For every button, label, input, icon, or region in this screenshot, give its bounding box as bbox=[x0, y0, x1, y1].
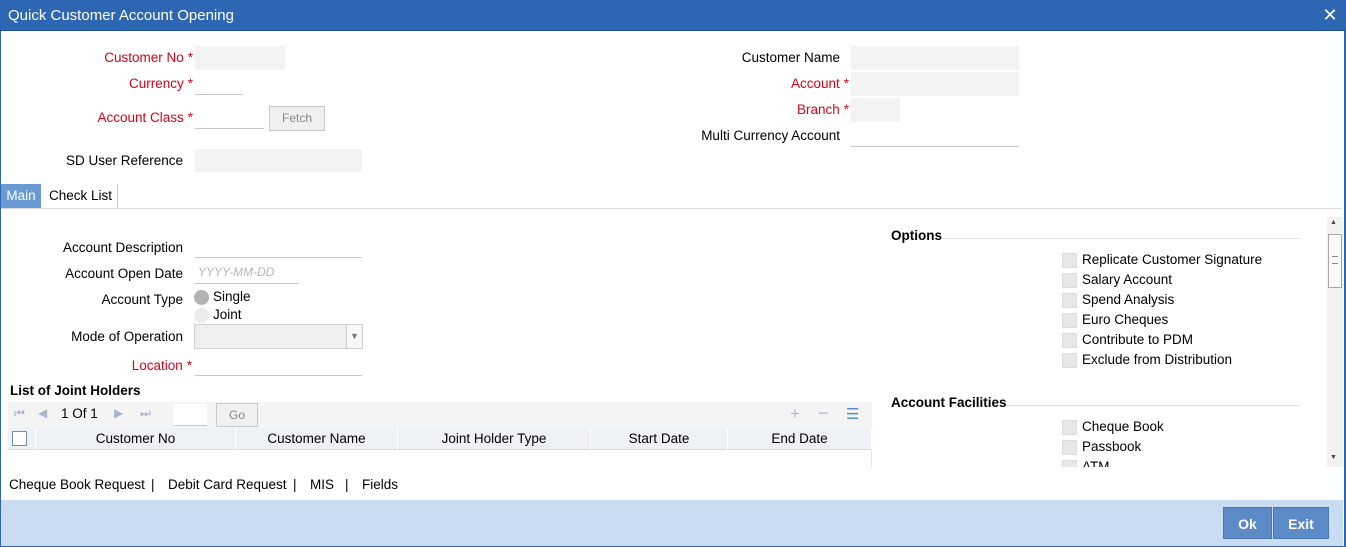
customer-no-label: Customer No * bbox=[104, 50, 193, 65]
joint-holders-body bbox=[8, 450, 872, 467]
link-separator: | bbox=[151, 477, 155, 492]
options-rule bbox=[942, 238, 1300, 239]
mode-of-operation-select[interactable]: ▼ bbox=[194, 324, 363, 349]
salary-account-label: Salary Account bbox=[1082, 272, 1173, 287]
next-page-icon[interactable]: ▶ bbox=[114, 406, 123, 420]
account-open-date-label: Account Open Date bbox=[65, 266, 183, 281]
account-open-date-input[interactable]: YYYY-MM-DD bbox=[195, 261, 299, 284]
grip-icon bbox=[1332, 256, 1338, 264]
pager-text: 1 Of 1 bbox=[61, 406, 98, 421]
link-separator: | bbox=[345, 477, 349, 492]
column-header[interactable]: Joint Holder Type bbox=[398, 428, 591, 450]
link-separator: | bbox=[293, 477, 297, 492]
column-header[interactable]: End Date bbox=[728, 428, 872, 450]
account-type-single-label: Single bbox=[213, 289, 251, 304]
footer-bar bbox=[1, 500, 1343, 546]
mis-link[interactable]: MIS bbox=[310, 477, 334, 492]
tab-check-list[interactable]: Check List bbox=[43, 184, 118, 208]
previous-page-icon[interactable]: ◀ bbox=[38, 406, 47, 420]
mode-of-operation-label: Mode of Operation bbox=[71, 329, 183, 344]
joint-holders-header: Customer No Customer Name Joint Holder T… bbox=[8, 428, 872, 450]
tab-divider bbox=[1, 208, 1342, 209]
cheque-book-request-link[interactable]: Cheque Book Request bbox=[9, 477, 145, 492]
sd-user-reference-label: SD User Reference bbox=[65, 153, 183, 168]
exclude-from-distribution-label: Exclude from Distribution bbox=[1082, 352, 1233, 367]
facilities-rule bbox=[1006, 405, 1300, 406]
tab-main[interactable]: Main bbox=[1, 184, 41, 208]
account-type-single-radio[interactable] bbox=[194, 290, 209, 305]
branch-label: Branch * bbox=[796, 102, 849, 117]
exclude-from-distribution-checkbox[interactable] bbox=[1062, 353, 1077, 368]
cheque-book-checkbox[interactable] bbox=[1062, 420, 1077, 435]
account-class-label: Account Class * bbox=[97, 110, 193, 125]
fields-link[interactable]: Fields bbox=[362, 477, 398, 492]
customer-name-label: Customer Name bbox=[741, 50, 840, 65]
atm-label: ATM bbox=[1082, 459, 1110, 467]
scrollbar-thumb[interactable] bbox=[1328, 234, 1342, 288]
scroll-down-icon[interactable]: ▼ bbox=[1330, 454, 1337, 461]
account-type-joint-radio[interactable] bbox=[194, 308, 209, 323]
account-facilities-title: Account Facilities bbox=[891, 395, 1007, 410]
scroll-up-icon[interactable]: ▲ bbox=[1330, 219, 1337, 226]
replicate-customer-signature-label: Replicate Customer Signature bbox=[1082, 252, 1263, 267]
passbook-checkbox[interactable] bbox=[1062, 440, 1077, 455]
add-row-icon[interactable]: + bbox=[790, 404, 800, 424]
account-description-label: Account Description bbox=[62, 240, 183, 255]
currency-input[interactable] bbox=[195, 72, 243, 95]
account-label: Account * bbox=[790, 76, 849, 91]
branch-input[interactable] bbox=[851, 98, 900, 122]
passbook-label: Passbook bbox=[1082, 439, 1142, 454]
contribute-to-pdm-checkbox[interactable] bbox=[1062, 333, 1077, 348]
location-label: Location * bbox=[131, 358, 192, 373]
account-class-input[interactable] bbox=[195, 106, 264, 129]
atm-checkbox[interactable] bbox=[1062, 460, 1077, 467]
replicate-customer-signature-checkbox[interactable] bbox=[1062, 253, 1077, 268]
select-all-cell bbox=[8, 428, 36, 450]
multi-currency-account-input[interactable] bbox=[851, 124, 1019, 147]
euro-cheques-checkbox[interactable] bbox=[1062, 313, 1077, 328]
customer-name-input[interactable] bbox=[851, 46, 1019, 70]
customer-no-input[interactable] bbox=[195, 46, 285, 70]
atm-row: ATM bbox=[1062, 459, 1282, 467]
location-input[interactable] bbox=[195, 353, 362, 376]
last-page-icon[interactable]: ⏭ bbox=[140, 406, 151, 421]
joint-holders-toolbar: ⏮ ◀ 1 Of 1 ▶ ⏭ Go + − ☰ bbox=[8, 402, 872, 428]
options-title: Options bbox=[891, 228, 942, 243]
ok-button[interactable]: Ok bbox=[1223, 507, 1272, 539]
window-title: Quick Customer Account Opening bbox=[8, 7, 234, 24]
spend-analysis-label: Spend Analysis bbox=[1082, 292, 1175, 307]
currency-label: Currency * bbox=[128, 76, 193, 91]
debit-card-request-link[interactable]: Debit Card Request bbox=[168, 477, 287, 492]
account-type-label: Account Type bbox=[101, 292, 183, 307]
close-icon[interactable]: ✕ bbox=[1321, 5, 1339, 25]
account-type-joint-label: Joint bbox=[213, 307, 242, 322]
multi-currency-account-label: Multi Currency Account bbox=[701, 128, 840, 143]
exit-button[interactable]: Exit bbox=[1273, 507, 1329, 539]
vertical-scrollbar[interactable]: ▲ ▼ bbox=[1327, 217, 1343, 467]
salary-account-checkbox[interactable] bbox=[1062, 273, 1077, 288]
joint-holders-title: List of Joint Holders bbox=[10, 383, 141, 398]
delete-row-icon[interactable]: − bbox=[818, 403, 829, 424]
select-all-checkbox[interactable] bbox=[12, 431, 27, 446]
chevron-down-icon[interactable]: ▼ bbox=[346, 325, 362, 348]
cheque-book-label: Cheque Book bbox=[1082, 419, 1164, 434]
column-header[interactable]: Start Date bbox=[591, 428, 728, 450]
column-header[interactable]: Customer No bbox=[36, 428, 236, 450]
first-page-icon[interactable]: ⏮ bbox=[14, 406, 25, 421]
account-input[interactable] bbox=[851, 72, 1019, 96]
account-description-input[interactable] bbox=[195, 235, 362, 258]
contribute-to-pdm-label: Contribute to PDM bbox=[1082, 332, 1194, 347]
page-number-input[interactable] bbox=[173, 404, 207, 426]
list-view-icon[interactable]: ☰ bbox=[846, 405, 859, 423]
go-button[interactable]: Go bbox=[216, 403, 258, 427]
sd-user-reference-input[interactable] bbox=[195, 149, 362, 172]
column-header[interactable]: Customer Name bbox=[236, 428, 398, 450]
spend-analysis-checkbox[interactable] bbox=[1062, 293, 1077, 308]
euro-cheques-label: Euro Cheques bbox=[1082, 312, 1169, 327]
fetch-button[interactable]: Fetch bbox=[269, 106, 325, 131]
